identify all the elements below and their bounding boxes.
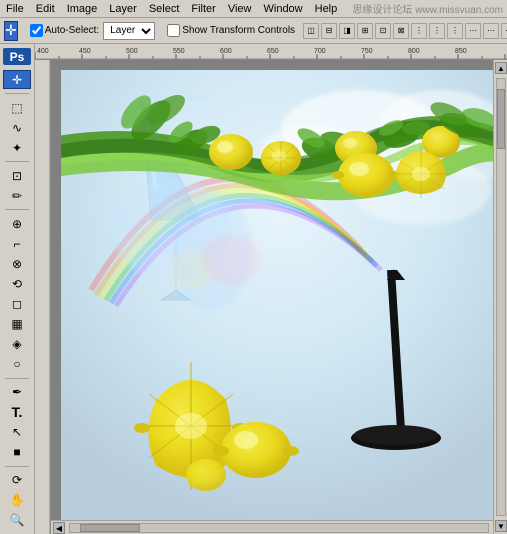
menu-file[interactable]: File <box>0 2 30 16</box>
distribute-middle-v-icon[interactable]: ⋯ <box>483 23 499 39</box>
svg-text:600: 600 <box>220 48 232 55</box>
align-center-h-icon[interactable]: ⊟ <box>321 23 337 39</box>
history-brush-tool[interactable]: ⟲ <box>3 274 31 293</box>
ruler-v-svg <box>35 60 51 534</box>
ruler-horizontal: 400 450 500 550 600 650 700 750 800 850 <box>35 44 507 60</box>
eraser-tool[interactable]: ◻ <box>3 294 31 313</box>
svg-text:550: 550 <box>173 48 185 55</box>
scroll-track-v[interactable] <box>496 78 506 516</box>
blur-tool[interactable]: ◈ <box>3 335 31 354</box>
ruler-h-svg: 400 450 500 550 600 650 700 750 800 850 <box>35 44 507 60</box>
gradient-tool[interactable]: ▦ <box>3 314 31 333</box>
scroll-track-h[interactable] <box>69 523 489 533</box>
lasso-tool[interactable]: ∿ <box>3 118 31 137</box>
auto-select-label[interactable]: Auto-Select: <box>30 24 99 37</box>
scroll-thumb-v[interactable] <box>497 89 505 149</box>
layer-dropdown[interactable]: Layer <box>103 22 155 40</box>
transform-checkbox[interactable] <box>167 24 180 37</box>
path-select-tool[interactable]: ↖ <box>3 423 31 442</box>
eyedropper-tool[interactable]: ✏ <box>3 186 31 205</box>
svg-text:650: 650 <box>267 48 279 55</box>
menu-image[interactable]: Image <box>61 2 104 16</box>
menu-filter[interactable]: Filter <box>185 2 221 16</box>
canvas[interactable] <box>61 70 501 520</box>
watermark-text: 思缘设计论坛 www.missvuan.com <box>352 1 507 16</box>
ruler-vertical <box>35 60 51 534</box>
menu-view[interactable]: View <box>222 2 258 16</box>
ps-logo: Ps <box>3 48 31 65</box>
heal-tool[interactable]: ⊕ <box>3 214 31 233</box>
menu-bar: File Edit Image Layer Select Filter View… <box>0 0 507 18</box>
menu-window[interactable]: Window <box>258 2 309 16</box>
distribute-right-icon[interactable]: ⋮ <box>447 23 463 39</box>
distribute-top-icon[interactable]: ⋯ <box>465 23 481 39</box>
svg-text:500: 500 <box>126 48 138 55</box>
sep5 <box>5 466 29 467</box>
sep2 <box>5 161 29 162</box>
auto-select-checkbox[interactable] <box>30 24 43 37</box>
svg-text:800: 800 <box>408 48 420 55</box>
distribute-center-h-icon[interactable]: ⋮ <box>429 23 445 39</box>
3d-rotate-tool[interactable]: ⟳ <box>3 471 31 490</box>
distribute-left-icon[interactable]: ⋮ <box>411 23 427 39</box>
zoom-tool[interactable]: 🔍 <box>3 511 31 530</box>
svg-text:400: 400 <box>37 48 49 55</box>
transform-label[interactable]: Show Transform Controls <box>167 24 295 37</box>
canvas-area <box>51 60 507 534</box>
move-tool[interactable]: ✛ <box>3 70 31 89</box>
align-top-icon[interactable]: ⊞ <box>357 23 373 39</box>
menu-help[interactable]: Help <box>309 2 344 16</box>
menu-edit[interactable]: Edit <box>30 2 61 16</box>
scroll-down-btn[interactable]: ▼ <box>495 520 507 532</box>
sep4 <box>5 378 29 379</box>
distribute-bottom-icon[interactable]: ⋯ <box>501 23 507 39</box>
scrollbar-vertical[interactable]: ▲ ▼ <box>493 60 507 534</box>
scroll-left-btn[interactable]: ◀ <box>53 522 65 534</box>
svg-text:750: 750 <box>361 48 373 55</box>
transform-icons-group: ◫ ⊟ ◨ ⊞ ⊡ ⊠ ⋮ ⋮ ⋮ ⋯ ⋯ ⋯ <box>303 23 507 39</box>
dodge-tool[interactable]: ○ <box>3 355 31 374</box>
scrollbar-horizontal[interactable]: ◀ ▶ <box>51 520 507 534</box>
left-toolbar: Ps ✛ ⬚ ∿ ✦ ⊡ ✏ ⊕ ⌐ ⊗ ⟲ ◻ ▦ ◈ ○ ✒ T. ↖ ■ … <box>0 44 35 534</box>
sep1 <box>5 93 29 94</box>
options-toolbar: ✛ Auto-Select: Layer Show Transform Cont… <box>0 18 507 44</box>
align-bottom-icon[interactable]: ⊠ <box>393 23 409 39</box>
svg-text:700: 700 <box>314 48 326 55</box>
brush-tool[interactable]: ⌐ <box>3 234 31 253</box>
magic-wand-tool[interactable]: ✦ <box>3 138 31 157</box>
pen-tool[interactable]: ✒ <box>3 383 31 402</box>
scroll-thumb-h[interactable] <box>80 524 140 532</box>
sep3 <box>5 209 29 210</box>
clone-tool[interactable]: ⊗ <box>3 254 31 273</box>
artwork-svg <box>61 70 501 520</box>
svg-text:450: 450 <box>79 48 91 55</box>
align-right-icon[interactable]: ◨ <box>339 23 355 39</box>
hand-tool[interactable]: ✋ <box>3 491 31 510</box>
rect-select-tool[interactable]: ⬚ <box>3 98 31 117</box>
align-middle-v-icon[interactable]: ⊡ <box>375 23 391 39</box>
crop-tool[interactable]: ⊡ <box>3 166 31 185</box>
svg-text:850: 850 <box>455 48 467 55</box>
text-tool[interactable]: T. <box>3 403 31 422</box>
move-tool-btn[interactable]: ✛ <box>4 21 18 41</box>
shape-tool[interactable]: ■ <box>3 443 31 462</box>
align-left-icon[interactable]: ◫ <box>303 23 319 39</box>
menu-layer[interactable]: Layer <box>103 2 143 16</box>
scroll-up-btn[interactable]: ▲ <box>495 62 507 74</box>
menu-select[interactable]: Select <box>143 2 186 16</box>
